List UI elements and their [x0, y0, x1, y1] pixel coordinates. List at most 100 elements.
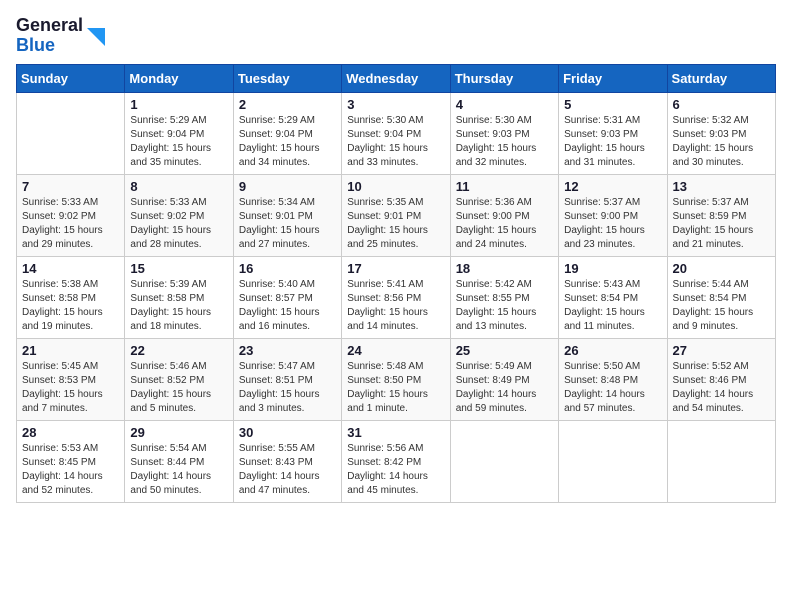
calendar-cell: 20 Sunrise: 5:44 AMSunset: 8:54 PMDayligh…: [667, 256, 775, 338]
day-info: Sunrise: 5:30 AMSunset: 9:04 PMDaylight:…: [347, 114, 444, 170]
page-header: General Blue: [16, 16, 776, 56]
day-info: Sunrise: 5:45 AMSunset: 8:53 PMDaylight:…: [22, 360, 119, 416]
logo: General Blue: [16, 16, 107, 56]
day-number: 1: [130, 97, 227, 112]
calendar-cell: 30 Sunrise: 5:55 AMSunset: 8:43 PMDayligh…: [233, 420, 341, 502]
day-number: 16: [239, 261, 336, 276]
day-number: 18: [456, 261, 553, 276]
weekday-header-sunday: Sunday: [17, 64, 125, 92]
weekday-header-wednesday: Wednesday: [342, 64, 450, 92]
weekday-header-saturday: Saturday: [667, 64, 775, 92]
logo-blue: Blue: [16, 36, 83, 56]
day-info: Sunrise: 5:50 AMSunset: 8:48 PMDaylight:…: [564, 360, 661, 416]
calendar-cell: [450, 420, 558, 502]
day-info: Sunrise: 5:29 AMSunset: 9:04 PMDaylight:…: [130, 114, 227, 170]
calendar-cell: 24 Sunrise: 5:48 AMSunset: 8:50 PMDayligh…: [342, 338, 450, 420]
calendar-cell: [17, 92, 125, 174]
day-number: 31: [347, 425, 444, 440]
day-number: 5: [564, 97, 661, 112]
weekday-header-friday: Friday: [559, 64, 667, 92]
calendar-cell: 10Sunrise: 5:35 AMSunset: 9:01 PMDayligh…: [342, 174, 450, 256]
calendar-cell: 4 Sunrise: 5:30 AMSunset: 9:03 PMDaylight…: [450, 92, 558, 174]
day-info: Sunrise: 5:54 AMSunset: 8:44 PMDaylight:…: [130, 442, 227, 498]
day-number: 29: [130, 425, 227, 440]
calendar-cell: 13Sunrise: 5:37 AMSunset: 8:59 PMDayligh…: [667, 174, 775, 256]
day-number: 15: [130, 261, 227, 276]
calendar-cell: 2Sunrise: 5:29 AMSunset: 9:04 PMDaylight…: [233, 92, 341, 174]
day-number: 7: [22, 179, 119, 194]
day-number: 8: [130, 179, 227, 194]
calendar-cell: 1 Sunrise: 5:29 AMSunset: 9:04 PMDaylight…: [125, 92, 233, 174]
calendar-cell: 22 Sunrise: 5:46 AMSunset: 8:52 PMDayligh…: [125, 338, 233, 420]
calendar-cell: 11 Sunrise: 5:36 AMSunset: 9:00 PMDayligh…: [450, 174, 558, 256]
day-info: Sunrise: 5:36 AMSunset: 9:00 PMDaylight:…: [456, 196, 553, 252]
day-info: Sunrise: 5:30 AMSunset: 9:03 PMDaylight:…: [456, 114, 553, 170]
day-number: 3: [347, 97, 444, 112]
logo-general: General: [16, 16, 83, 36]
calendar-cell: 9 Sunrise: 5:34 AMSunset: 9:01 PMDaylight…: [233, 174, 341, 256]
day-info: Sunrise: 5:37 AMSunset: 8:59 PMDaylight:…: [673, 196, 770, 252]
day-number: 17: [347, 261, 444, 276]
day-info: Sunrise: 5:33 AMSunset: 9:02 PMDaylight:…: [130, 196, 227, 252]
calendar-week-row: 21 Sunrise: 5:45 AMSunset: 8:53 PMDayligh…: [17, 338, 776, 420]
calendar-cell: [667, 420, 775, 502]
day-info: Sunrise: 5:31 AMSunset: 9:03 PMDaylight:…: [564, 114, 661, 170]
calendar-cell: 31Sunrise: 5:56 AMSunset: 8:42 PMDayligh…: [342, 420, 450, 502]
day-info: Sunrise: 5:44 AMSunset: 8:54 PMDaylight:…: [673, 278, 770, 334]
day-info: Sunrise: 5:49 AMSunset: 8:49 PMDaylight:…: [456, 360, 553, 416]
day-number: 12: [564, 179, 661, 194]
calendar-table: SundayMondayTuesdayWednesdayThursdayFrid…: [16, 64, 776, 503]
day-info: Sunrise: 5:48 AMSunset: 8:50 PMDaylight:…: [347, 360, 444, 416]
calendar-cell: 25 Sunrise: 5:49 AMSunset: 8:49 PMDayligh…: [450, 338, 558, 420]
day-info: Sunrise: 5:41 AMSunset: 8:56 PMDaylight:…: [347, 278, 444, 334]
calendar-cell: [559, 420, 667, 502]
day-info: Sunrise: 5:47 AMSunset: 8:51 PMDaylight:…: [239, 360, 336, 416]
day-number: 11: [456, 179, 553, 194]
day-number: 14: [22, 261, 119, 276]
day-number: 21: [22, 343, 119, 358]
day-number: 24: [347, 343, 444, 358]
day-number: 4: [456, 97, 553, 112]
day-number: 6: [673, 97, 770, 112]
day-info: Sunrise: 5:37 AMSunset: 9:00 PMDaylight:…: [564, 196, 661, 252]
calendar-cell: 6 Sunrise: 5:32 AMSunset: 9:03 PMDaylight…: [667, 92, 775, 174]
day-info: Sunrise: 5:52 AMSunset: 8:46 PMDaylight:…: [673, 360, 770, 416]
weekday-header-monday: Monday: [125, 64, 233, 92]
day-number: 19: [564, 261, 661, 276]
day-number: 2: [239, 97, 336, 112]
calendar-cell: 5 Sunrise: 5:31 AMSunset: 9:03 PMDaylight…: [559, 92, 667, 174]
day-info: Sunrise: 5:33 AMSunset: 9:02 PMDaylight:…: [22, 196, 119, 252]
weekday-header-tuesday: Tuesday: [233, 64, 341, 92]
day-number: 9: [239, 179, 336, 194]
calendar-cell: 14Sunrise: 5:38 AMSunset: 8:58 PMDayligh…: [17, 256, 125, 338]
calendar-cell: 7 Sunrise: 5:33 AMSunset: 9:02 PMDaylight…: [17, 174, 125, 256]
day-info: Sunrise: 5:55 AMSunset: 8:43 PMDaylight:…: [239, 442, 336, 498]
calendar-cell: 3 Sunrise: 5:30 AMSunset: 9:04 PMDaylight…: [342, 92, 450, 174]
calendar-cell: 29 Sunrise: 5:54 AMSunset: 8:44 PMDayligh…: [125, 420, 233, 502]
day-number: 20: [673, 261, 770, 276]
calendar-week-row: 7 Sunrise: 5:33 AMSunset: 9:02 PMDaylight…: [17, 174, 776, 256]
calendar-cell: 19 Sunrise: 5:43 AMSunset: 8:54 PMDayligh…: [559, 256, 667, 338]
day-info: Sunrise: 5:35 AMSunset: 9:01 PMDaylight:…: [347, 196, 444, 252]
calendar-cell: 21 Sunrise: 5:45 AMSunset: 8:53 PMDayligh…: [17, 338, 125, 420]
day-info: Sunrise: 5:46 AMSunset: 8:52 PMDaylight:…: [130, 360, 227, 416]
day-number: 26: [564, 343, 661, 358]
logo-triangle-icon: [85, 20, 107, 52]
calendar-cell: 28Sunrise: 5:53 AMSunset: 8:45 PMDayligh…: [17, 420, 125, 502]
calendar-week-row: 1 Sunrise: 5:29 AMSunset: 9:04 PMDaylight…: [17, 92, 776, 174]
calendar-week-row: 28Sunrise: 5:53 AMSunset: 8:45 PMDayligh…: [17, 420, 776, 502]
day-number: 30: [239, 425, 336, 440]
day-number: 23: [239, 343, 336, 358]
day-info: Sunrise: 5:43 AMSunset: 8:54 PMDaylight:…: [564, 278, 661, 334]
day-number: 25: [456, 343, 553, 358]
calendar-cell: 26 Sunrise: 5:50 AMSunset: 8:48 PMDayligh…: [559, 338, 667, 420]
day-info: Sunrise: 5:42 AMSunset: 8:55 PMDaylight:…: [456, 278, 553, 334]
day-info: Sunrise: 5:32 AMSunset: 9:03 PMDaylight:…: [673, 114, 770, 170]
day-info: Sunrise: 5:34 AMSunset: 9:01 PMDaylight:…: [239, 196, 336, 252]
day-number: 22: [130, 343, 227, 358]
day-number: 27: [673, 343, 770, 358]
day-number: 28: [22, 425, 119, 440]
weekday-header-row: SundayMondayTuesdayWednesdayThursdayFrid…: [17, 64, 776, 92]
day-info: Sunrise: 5:39 AMSunset: 8:58 PMDaylight:…: [130, 278, 227, 334]
weekday-header-thursday: Thursday: [450, 64, 558, 92]
